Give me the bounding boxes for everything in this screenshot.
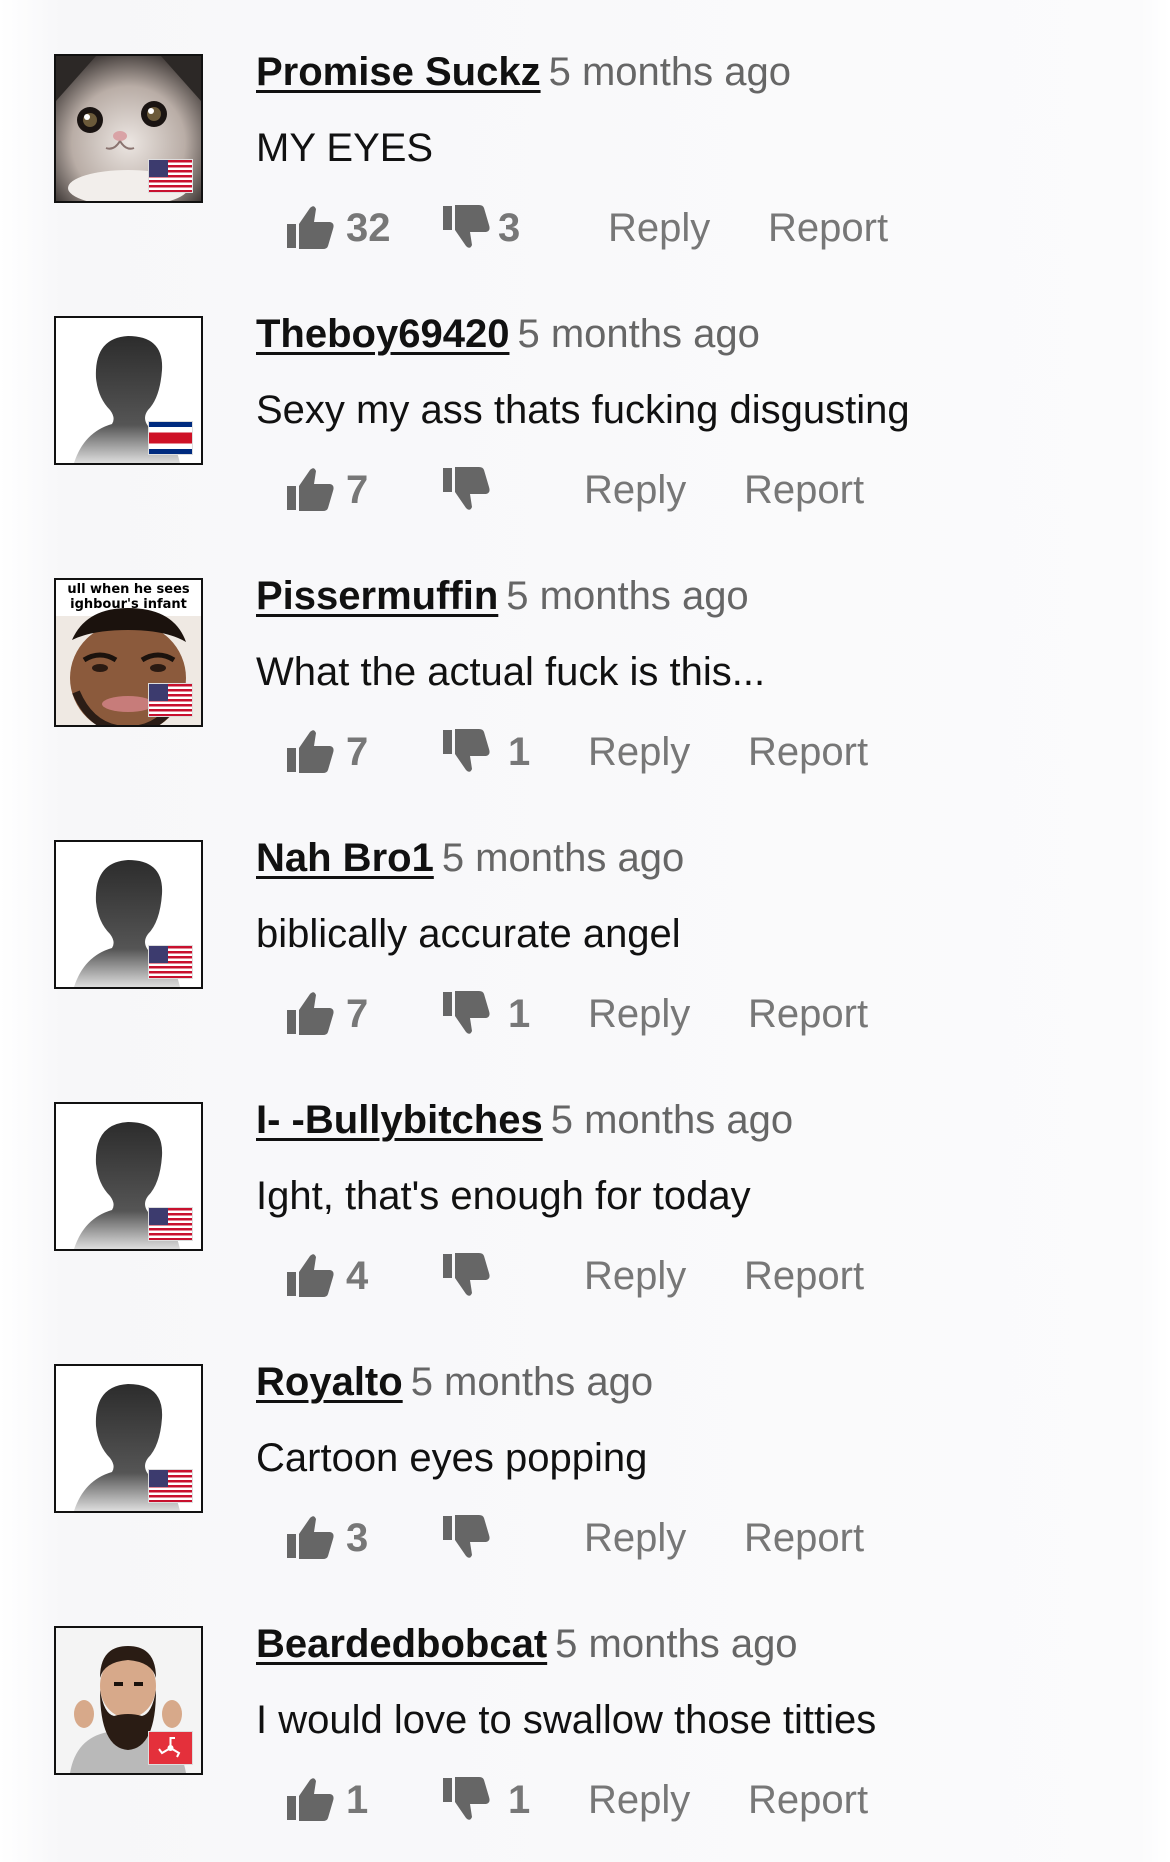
- reply-button[interactable]: Reply: [588, 724, 690, 780]
- timestamp: 5 months ago: [517, 312, 760, 356]
- like-count: 7: [346, 992, 369, 1036]
- username-link[interactable]: Pissermuffin: [256, 574, 498, 618]
- like-count: 7: [346, 730, 369, 774]
- comment-meta: Royalto 5 months ago: [256, 1358, 653, 1406]
- thumbs-up-icon[interactable]: [286, 464, 336, 514]
- avatar-caption-line: ighbour's infant: [70, 597, 187, 612]
- timestamp: 5 months ago: [550, 1098, 794, 1142]
- report-button[interactable]: Report: [748, 986, 868, 1042]
- comment-meta: I- -Bullybitches 5 months ago: [256, 1096, 793, 1144]
- costa-rica-flag-icon: [148, 421, 193, 455]
- us-flag-icon: [148, 159, 193, 193]
- report-button[interactable]: Report: [744, 1510, 864, 1566]
- isle-of-man-flag-icon: [148, 1731, 193, 1765]
- comment-meta: Beardedbobcat 5 months ago: [256, 1620, 798, 1668]
- username-link[interactable]: I- -Bullybitches: [256, 1098, 543, 1142]
- comment-text: Ight, that's enough for today: [256, 1174, 751, 1218]
- report-button[interactable]: Report: [744, 1248, 864, 1304]
- like-count: 32: [346, 206, 391, 250]
- thumbs-down-icon[interactable]: [442, 726, 492, 776]
- thumbs-up-icon[interactable]: [286, 988, 336, 1038]
- comment-text: I would love to swallow those titties: [256, 1698, 877, 1742]
- thumbs-down-icon[interactable]: [442, 988, 492, 1038]
- us-flag-icon: [148, 1207, 193, 1241]
- thumbs-up-icon[interactable]: [286, 202, 336, 252]
- thumbs-down-icon[interactable]: [442, 1250, 492, 1300]
- avatar[interactable]: [54, 316, 203, 465]
- thumbs-up-icon[interactable]: [286, 1774, 336, 1824]
- avatar[interactable]: ull when he sees ighbour's infant: [54, 578, 203, 727]
- us-flag-icon: [148, 683, 193, 717]
- timestamp: 5 months ago: [506, 574, 749, 618]
- reply-button[interactable]: Reply: [608, 200, 710, 256]
- us-flag-icon: [148, 1469, 193, 1503]
- comment-text: Sexy my ass thats fucking disgusting: [256, 388, 910, 432]
- comment-item: ull when he sees ighbour's infant Pisser…: [0, 524, 1170, 786]
- comment-meta: Nah Bro1 5 months ago: [256, 834, 684, 882]
- dislike-count: 1: [508, 730, 531, 774]
- like-count: 4: [346, 1254, 369, 1298]
- comment-list: Promise Suckz 5 months ago MY EYES 32 3 R…: [0, 0, 1170, 1862]
- avatar[interactable]: [54, 54, 203, 203]
- dislike-count: 3: [498, 206, 521, 250]
- thumbs-up-icon[interactable]: [286, 1512, 336, 1562]
- reply-button[interactable]: Reply: [588, 986, 690, 1042]
- report-button[interactable]: Report: [744, 462, 864, 518]
- comment-text: MY EYES: [256, 126, 434, 170]
- username-link[interactable]: Beardedbobcat: [256, 1622, 547, 1666]
- thumbs-up-icon[interactable]: [286, 1250, 336, 1300]
- thumbs-down-icon[interactable]: [442, 1774, 492, 1824]
- reply-button[interactable]: Reply: [584, 1248, 686, 1304]
- comment-item: Theboy69420 5 months ago Sexy my ass that…: [0, 262, 1170, 524]
- comment-item: Royalto 5 months ago Cartoon eyes popping…: [0, 1310, 1170, 1572]
- comment-text: What the actual fuck is this...: [256, 650, 766, 694]
- comment-text: Cartoon eyes popping: [256, 1436, 648, 1480]
- reply-button[interactable]: Reply: [584, 1510, 686, 1566]
- comment-meta: Theboy69420 5 months ago: [256, 310, 760, 358]
- username-link[interactable]: Royalto: [256, 1360, 403, 1404]
- avatar-caption: ull when he sees ighbour's infant: [56, 582, 201, 612]
- thumbs-down-icon[interactable]: [442, 1512, 492, 1562]
- avatar-caption-line: ull when he sees: [67, 582, 190, 597]
- comment-item: Nah Bro1 5 months ago biblically accurate…: [0, 786, 1170, 1048]
- reply-button[interactable]: Reply: [584, 462, 686, 518]
- username-link[interactable]: Theboy69420: [256, 312, 509, 356]
- thumbs-down-icon[interactable]: [442, 202, 492, 252]
- dislike-count: 1: [508, 992, 531, 1036]
- comment-meta: Promise Suckz 5 months ago: [256, 48, 791, 96]
- like-count: 7: [346, 468, 369, 512]
- avatar[interactable]: [54, 840, 203, 989]
- comment-text: biblically accurate angel: [256, 912, 681, 956]
- timestamp: 5 months ago: [410, 1360, 654, 1404]
- thumbs-down-icon[interactable]: [442, 464, 492, 514]
- us-flag-icon: [148, 945, 193, 979]
- username-link[interactable]: Nah Bro1: [256, 836, 434, 880]
- like-count: 3: [346, 1516, 369, 1560]
- timestamp: 5 months ago: [441, 836, 685, 880]
- username-link[interactable]: Promise Suckz: [256, 50, 541, 94]
- avatar[interactable]: [54, 1626, 203, 1775]
- comment-item: I- -Bullybitches 5 months ago Ight, that'…: [0, 1048, 1170, 1310]
- like-count: 1: [346, 1778, 369, 1822]
- thumbs-up-icon[interactable]: [286, 726, 336, 776]
- comment-item: Promise Suckz 5 months ago MY EYES 32 3 R…: [0, 0, 1170, 262]
- reply-button[interactable]: Reply: [588, 1772, 690, 1828]
- report-button[interactable]: Report: [768, 200, 888, 256]
- timestamp: 5 months ago: [548, 50, 791, 94]
- comment-item: Beardedbobcat 5 months ago I would love t…: [0, 1572, 1170, 1834]
- timestamp: 5 months ago: [555, 1622, 798, 1666]
- comment-meta: Pissermuffin 5 months ago: [256, 572, 749, 620]
- report-button[interactable]: Report: [748, 724, 868, 780]
- report-button[interactable]: Report: [748, 1772, 868, 1828]
- avatar[interactable]: [54, 1102, 203, 1251]
- avatar[interactable]: [54, 1364, 203, 1513]
- dislike-count: 1: [508, 1778, 531, 1822]
